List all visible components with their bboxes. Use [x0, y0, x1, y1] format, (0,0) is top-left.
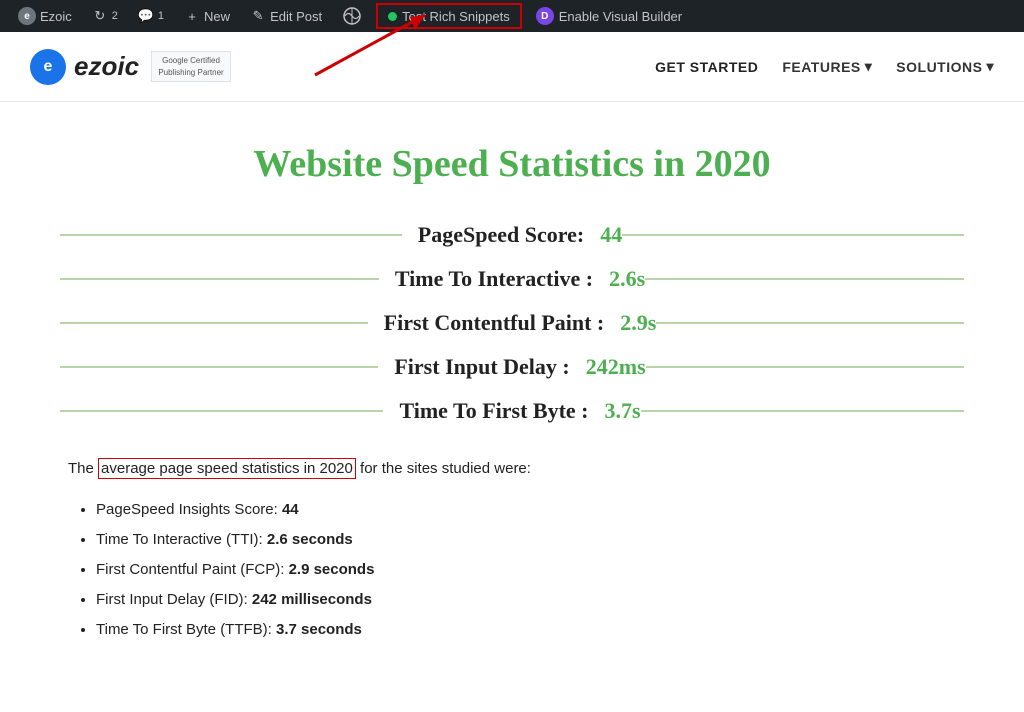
stat-line-left-pagespeed — [60, 234, 402, 236]
tti-value: 2.6s — [609, 266, 645, 292]
nav-solutions[interactable]: SOLUTIONS ▾ — [896, 58, 994, 75]
main-content: Website Speed Statistics in 2020 PageSpe… — [0, 102, 1024, 688]
stat-line-right-fcp — [656, 322, 964, 324]
para-after: for the sites studied were: — [356, 460, 531, 477]
stat-line-left-ttfb — [60, 410, 383, 412]
admin-bar-edit-post[interactable]: ✎ Edit Post — [240, 0, 332, 32]
plus-icon: + — [184, 8, 200, 24]
list-item: Time To Interactive (TTI): 2.6 seconds — [96, 528, 956, 552]
intro-paragraph: The average page speed statistics in 202… — [68, 456, 956, 482]
bullet-label-2: First Contentful Paint (FCP): — [96, 561, 284, 578]
bullet-value-3: 242 milliseconds — [252, 591, 372, 608]
stat-row-fid: First Input Delay : 242ms — [60, 354, 964, 380]
comment-icon: 💬 — [138, 8, 154, 24]
para-before: The — [68, 460, 98, 477]
stat-line-right-ttfb — [641, 410, 964, 412]
list-item: Time To First Byte (TTFB): 3.7 seconds — [96, 618, 956, 642]
fcp-value: 2.9s — [620, 310, 656, 336]
new-label: New — [204, 9, 230, 24]
nav-links: GET STARTED FEATURES ▾ SOLUTIONS ▾ — [655, 58, 994, 75]
pagespeed-value: 44 — [600, 222, 622, 248]
ezoic-logo-icon: e — [30, 49, 66, 85]
ezoic-label: Ezoic — [40, 9, 72, 24]
bullet-label-0: PageSpeed Insights Score: — [96, 501, 278, 518]
bullet-label-4: Time To First Byte (TTFB): — [96, 621, 272, 638]
fid-label: First Input Delay : — [378, 354, 585, 380]
stat-line-left-tti — [60, 278, 379, 280]
list-item: First Contentful Paint (FCP): 2.9 second… — [96, 558, 956, 582]
admin-bar-wordpress[interactable] — [332, 0, 372, 32]
stat-row-fcp: First Contentful Paint : 2.9s — [60, 310, 964, 336]
pencil-icon: ✎ — [250, 8, 266, 24]
comments-count: 1 — [158, 10, 164, 22]
admin-bar-updates[interactable]: ↻ 2 — [82, 0, 128, 32]
ezoic-logo: e ezoic — [30, 49, 139, 85]
bullet-label-3: First Input Delay (FID): — [96, 591, 248, 608]
nav-get-started[interactable]: GET STARTED — [655, 59, 758, 75]
bullet-value-4: 3.7 seconds — [276, 621, 362, 638]
page-title: Website Speed Statistics in 2020 — [60, 142, 964, 186]
pagespeed-label: PageSpeed Score: — [402, 222, 600, 248]
ttfb-value: 3.7s — [604, 398, 640, 424]
test-rich-snippets-label: Test Rich Snippets — [402, 9, 510, 24]
enable-visual-builder-label: Enable Visual Builder — [559, 9, 682, 24]
fid-value: 242ms — [586, 354, 646, 380]
tti-label: Time To Interactive : — [379, 266, 609, 292]
fcp-label: First Contentful Paint : — [368, 310, 621, 336]
bullet-list: PageSpeed Insights Score: 44 Time To Int… — [68, 498, 956, 642]
edit-post-label: Edit Post — [270, 9, 322, 24]
logo-area: e ezoic Google Certified Publishing Part… — [30, 49, 231, 85]
ezoic-icon: e — [18, 7, 36, 25]
bullet-value-1: 2.6 seconds — [267, 531, 353, 548]
updates-count: 2 — [112, 10, 118, 22]
stat-line-left-fid — [60, 366, 378, 368]
highlighted-phrase: average page speed statistics in 2020 — [98, 458, 356, 479]
ezoic-brand-name: ezoic — [74, 51, 139, 82]
admin-bar: e Ezoic ↻ 2 💬 1 + New ✎ Edit Post Test R… — [0, 0, 1024, 32]
ttfb-label: Time To First Byte : — [383, 398, 604, 424]
list-item: PageSpeed Insights Score: 44 — [96, 498, 956, 522]
solutions-chevron-icon: ▾ — [986, 58, 994, 75]
features-chevron-icon: ▾ — [865, 58, 873, 75]
refresh-icon: ↻ — [92, 8, 108, 24]
google-badge-text: Google Certified Publishing Partner — [158, 56, 223, 77]
bullet-value-0: 44 — [282, 501, 299, 518]
test-rich-snippets-button[interactable]: Test Rich Snippets — [376, 3, 522, 29]
stat-line-right-fid — [646, 366, 964, 368]
wordpress-icon — [342, 6, 362, 26]
google-certified-badge: Google Certified Publishing Partner — [151, 51, 231, 82]
paragraph-section: The average page speed statistics in 202… — [60, 456, 964, 642]
stat-line-right-tti — [645, 278, 964, 280]
nav-features[interactable]: FEATURES ▾ — [782, 58, 872, 75]
green-dot-icon — [388, 12, 397, 21]
enable-visual-builder-button[interactable]: D Enable Visual Builder — [526, 7, 692, 25]
nav-header: e ezoic Google Certified Publishing Part… — [0, 32, 1024, 102]
admin-bar-comments[interactable]: 💬 1 — [128, 0, 174, 32]
bullet-label-1: Time To Interactive (TTI): — [96, 531, 263, 548]
bullet-value-2: 2.9 seconds — [289, 561, 375, 578]
admin-bar-new[interactable]: + New — [174, 0, 240, 32]
stat-row-pagespeed: PageSpeed Score: 44 — [60, 222, 964, 248]
stat-line-left-fcp — [60, 322, 368, 324]
stat-line-right-pagespeed — [622, 234, 964, 236]
divi-icon: D — [536, 7, 554, 25]
stat-row-tti: Time To Interactive : 2.6s — [60, 266, 964, 292]
stat-row-ttfb: Time To First Byte : 3.7s — [60, 398, 964, 424]
admin-bar-ezoic[interactable]: e Ezoic — [8, 0, 82, 32]
list-item: First Input Delay (FID): 242 millisecond… — [96, 588, 956, 612]
